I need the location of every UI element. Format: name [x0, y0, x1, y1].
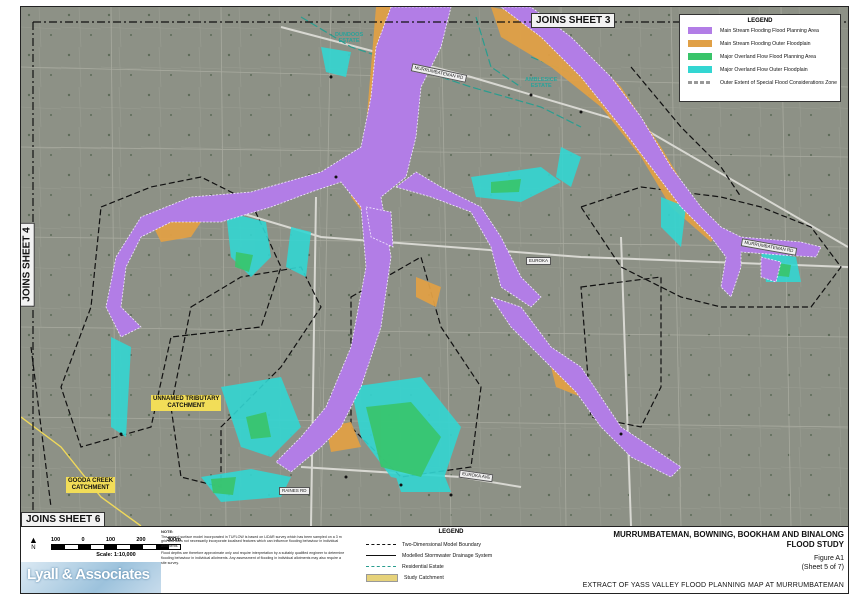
study-catchment-symbol: [366, 573, 398, 582]
note-paragraph-1: The ground surface model incorporated in…: [161, 534, 342, 548]
legend-label: Study Catchment: [404, 574, 444, 581]
join-sheet-4-label: JOINS SHEET 4: [21, 222, 35, 307]
legend-label: Major Overland Flow Flood Planning Area: [720, 53, 817, 60]
legend-label: Residential Estate: [402, 563, 444, 570]
legend-item: Major Overland Flow Outer Floodplain: [680, 63, 840, 76]
logo-text: Lyall & Associates: [27, 566, 150, 583]
map-area[interactable]: JOINS SHEET 3 JOINS SHEET 6 JOINS SHEET …: [21, 7, 848, 526]
north-label: N: [31, 545, 36, 551]
legend-label: Main Stream Flooding Flood Planning Area: [720, 27, 819, 34]
road-label-euroka: EUROKA: [526, 257, 552, 265]
legend-item: Study Catchment: [366, 572, 536, 583]
legend-item: Major Overland Flow Flood Planning Area: [680, 50, 840, 63]
scale-tick: 200: [136, 537, 146, 543]
legend-label: Two-Dimensional Model Boundary: [402, 541, 482, 548]
legend-item: Two-Dimensional Model Boundary: [366, 539, 536, 550]
drainage-symbol: [366, 555, 396, 556]
sheet-number: (Sheet 5 of 7): [801, 564, 844, 571]
scale-tick: 100: [51, 537, 61, 543]
legend-label: Major Overland Flow Outer Floodplain: [720, 66, 808, 73]
gooda-creek-catchment-label: GOODA CREEK CATCHMENT: [66, 477, 116, 493]
secondary-legend: LEGEND Two-Dimensional Model Boundary Mo…: [366, 529, 536, 583]
model-boundary-symbol: [366, 544, 396, 545]
figure-number: Figure A1: [814, 555, 844, 562]
note-title: NOTE:: [161, 529, 174, 534]
legend-item: Residential Estate: [366, 561, 536, 572]
legend-swatch-special-zone: [688, 81, 712, 84]
company-logo: Lyall & Associates: [21, 562, 161, 593]
secondary-legend-title: LEGEND: [438, 529, 464, 535]
title-block: MURRUMBATEMAN, BOWNING, BOOKHAM AND BINA…: [534, 530, 844, 589]
study-title: MURRUMBATEMAN, BOWNING, BOOKHAM AND BINA…: [613, 530, 844, 549]
road-label-raines-rd: RAINES RD: [279, 487, 310, 495]
unnamed-tributary-catchment-label: UNNAMED TRIBUTARY CATCHMENT: [151, 395, 222, 411]
legend-item: Modelled Stormwater Drainage System: [366, 550, 536, 561]
dundoos-estate-label: DUNDOOS ESTATE: [335, 32, 364, 44]
join-sheet-3-label: JOINS SHEET 3: [531, 13, 616, 28]
north-arrow-icon: ▲ N: [29, 535, 38, 551]
title-block-panel: ▲ N 100 0 100 200 300m Scale: 1:10,000 Ly…: [21, 526, 848, 593]
amblesice-estate-label: AMBLESICE ESTATE: [525, 77, 558, 89]
legend-swatch-main-planning: [688, 27, 712, 34]
legend-item: Outer Extent of Special Flood Considerat…: [680, 76, 840, 89]
legend-item: Main Stream Flooding Outer Floodplain: [680, 37, 840, 50]
scale-tick: 100: [105, 537, 116, 543]
legend-item: Main Stream Flooding Flood Planning Area: [680, 24, 840, 37]
map-legend: LEGEND Main Stream Flooding Flood Planni…: [679, 14, 841, 102]
join-sheet-6-label: JOINS SHEET 6: [21, 512, 106, 526]
legend-swatch-overland-planning: [688, 53, 712, 60]
legend-label: Main Stream Flooding Outer Floodplain: [720, 40, 811, 47]
legend-label: Outer Extent of Special Flood Considerat…: [720, 79, 838, 86]
note-paragraph-2: Flood depths are therefore approximate o…: [161, 551, 345, 565]
residential-estate-symbol: [366, 566, 396, 567]
legend-label: Modelled Stormwater Drainage System: [402, 552, 493, 559]
scale-tick: 0: [81, 537, 85, 543]
extract-caption: EXTRACT OF YASS VALLEY FLOOD PLANNING MA…: [582, 582, 844, 589]
map-sheet: JOINS SHEET 3 JOINS SHEET 6 JOINS SHEET …: [20, 6, 849, 594]
map-note: NOTE: The ground surface model incorpora…: [161, 529, 346, 565]
legend-swatch-main-outer: [688, 40, 712, 47]
legend-swatch-overland-outer: [688, 66, 712, 73]
